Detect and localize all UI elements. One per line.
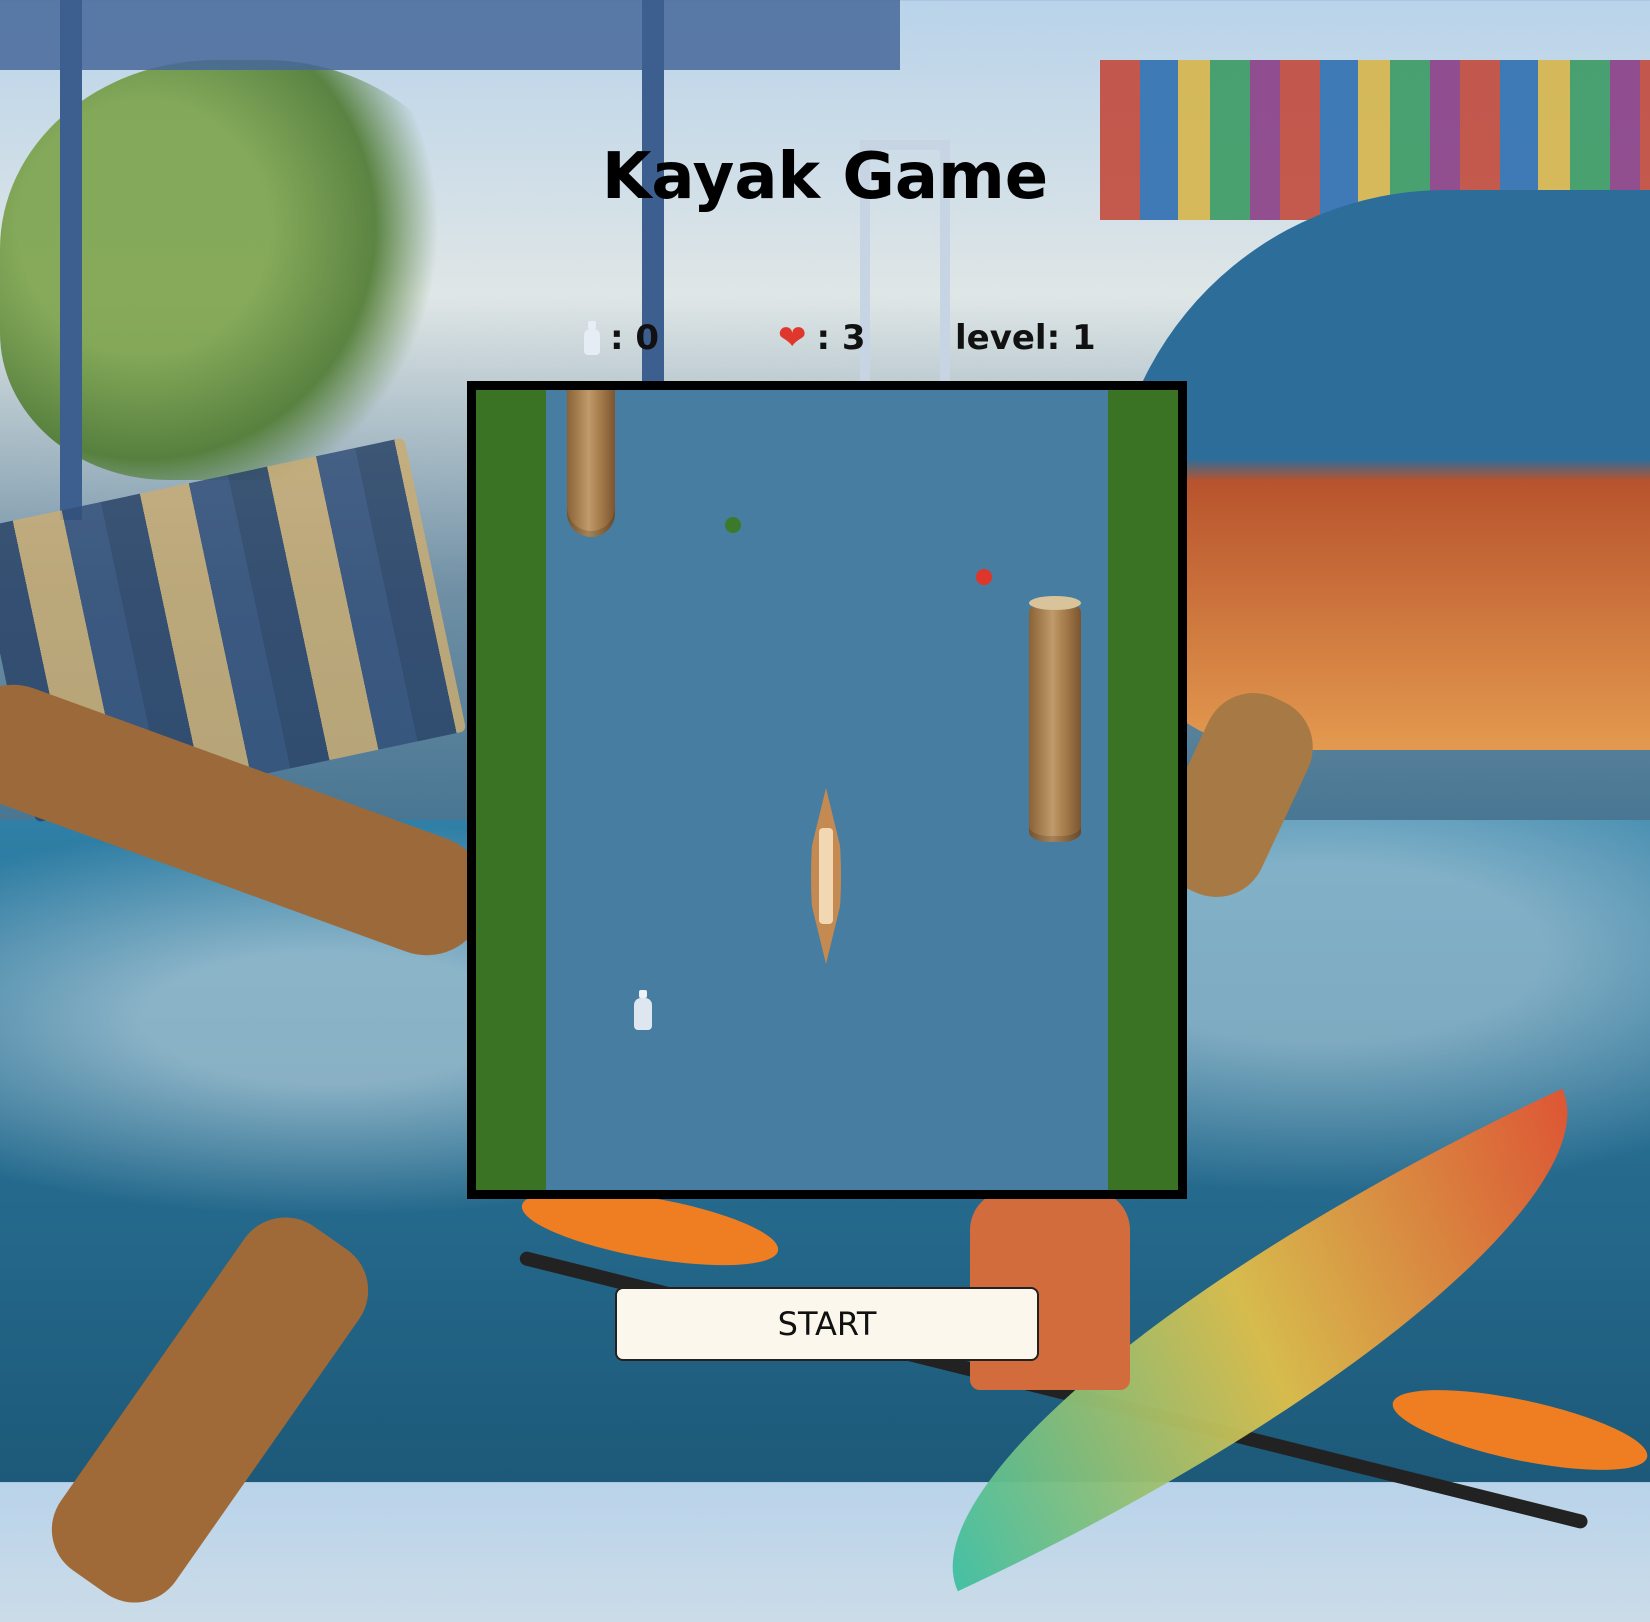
- river: [476, 390, 1178, 1190]
- heart-icon: ❤: [778, 318, 807, 358]
- lives-counter: ❤ : 3: [778, 318, 866, 358]
- right-bank: [1108, 390, 1178, 1190]
- kayak-deck: [819, 828, 833, 924]
- level-indicator: level: 1: [955, 318, 1096, 358]
- level-label: level: 1: [955, 318, 1096, 358]
- bottle-icon: [584, 321, 600, 355]
- bottle-cap: [639, 990, 647, 998]
- green-dot: [725, 517, 741, 533]
- bottle-count: : 0: [610, 318, 660, 358]
- page-title: Kayak Game: [601, 140, 1049, 214]
- game-canvas[interactable]: [467, 381, 1187, 1199]
- left-bank: [476, 390, 546, 1190]
- player-kayak: [811, 788, 841, 964]
- background-ship-hull: [1110, 190, 1650, 750]
- bottle-pickup: [634, 990, 652, 1030]
- stats-bar: : 0 ❤ : 3 level: 1: [0, 318, 1650, 364]
- start-button[interactable]: START: [615, 1287, 1039, 1361]
- bottle-counter: : 0: [584, 318, 659, 358]
- red-dot: [976, 569, 992, 585]
- log-obstacle: [567, 390, 615, 537]
- lives-count: : 3: [816, 318, 866, 358]
- bottle-body: [634, 998, 652, 1030]
- log-obstacle: [1029, 596, 1081, 842]
